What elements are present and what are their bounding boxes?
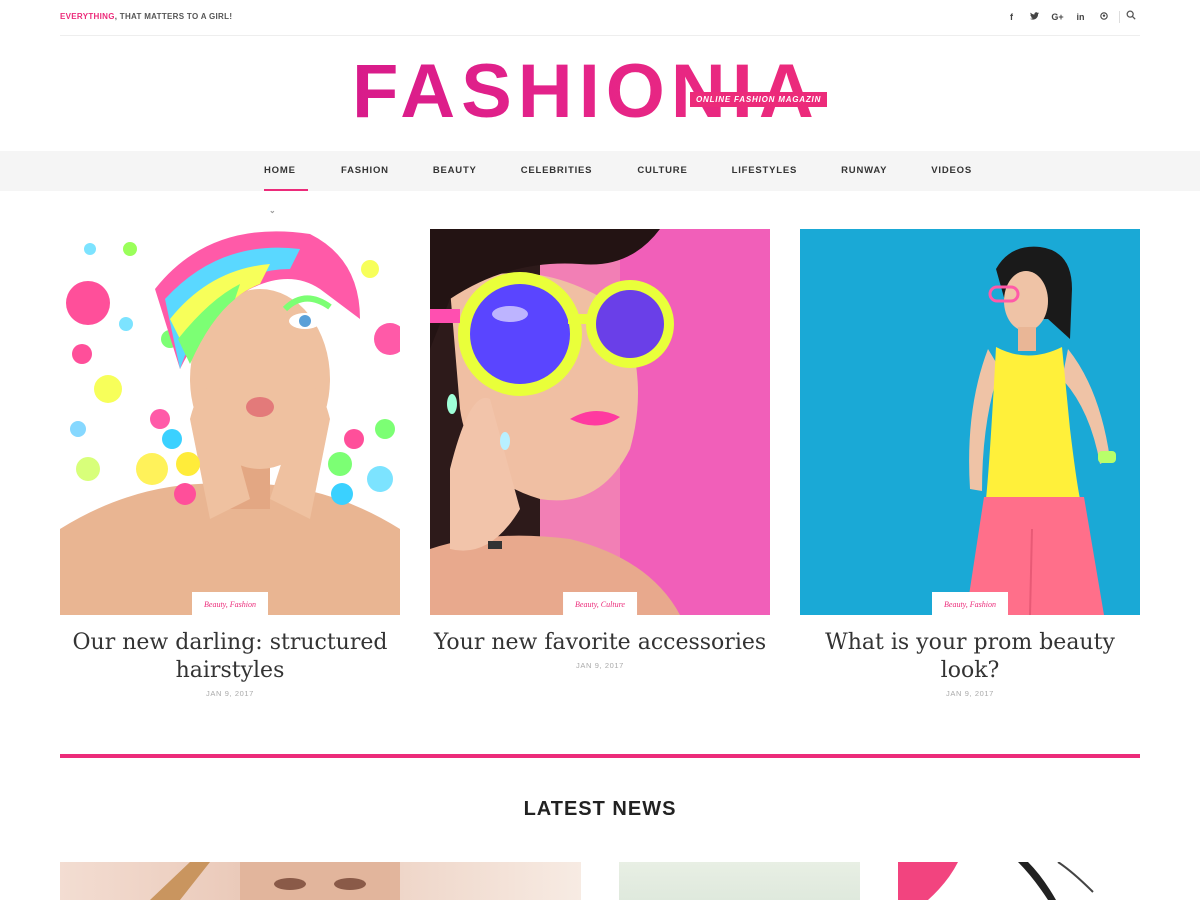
post-date: JAN 9, 2017 xyxy=(206,689,254,698)
post-title[interactable]: What is your prom beauty look? xyxy=(800,629,1140,685)
nav-item-label: Videos xyxy=(931,165,972,176)
tagline-text: , that matters to a girl! xyxy=(114,12,233,21)
nav-item-home[interactable]: Home ⌄ xyxy=(264,151,308,215)
nav-item-fashion[interactable]: Fashion xyxy=(341,151,389,191)
twitter-icon[interactable] xyxy=(1023,12,1046,22)
featured-post-card: Beauty, Fashion What is your prom beauty… xyxy=(800,229,1140,698)
pinterest-icon[interactable] xyxy=(1092,12,1115,22)
main-navigation: Home ⌄ Fashion Beauty Celebrities Culture… xyxy=(0,151,1200,215)
post-date: JAN 9, 2017 xyxy=(576,661,624,670)
post-date: JAN 9, 2017 xyxy=(946,689,994,698)
site-tagline: Everything, that matters to a girl! xyxy=(60,12,232,21)
social-links: f G+ in xyxy=(1000,10,1140,24)
latest-news-thumbnail[interactable] xyxy=(898,862,1140,900)
chevron-down-icon: ⌄ xyxy=(269,206,277,215)
nav-item-label: Celebrities xyxy=(520,165,593,176)
nav-item-videos[interactable]: Videos xyxy=(931,151,972,191)
latest-news-thumbnail[interactable] xyxy=(619,862,860,900)
header-logo-area: FASHIONIA Online Fashion Magazin xyxy=(0,52,1200,132)
featured-post-card: Beauty, Culture Your new favorite access… xyxy=(430,229,770,670)
category-badge[interactable]: Beauty, Culture xyxy=(563,592,637,615)
latest-news-heading: LATEST NEWS xyxy=(523,798,677,820)
nav-item-celebrities[interactable]: Celebrities xyxy=(521,151,593,191)
featured-post-image[interactable]: Beauty, Fashion xyxy=(800,229,1140,615)
post-title[interactable]: Our new darling: structured hairstyles xyxy=(60,629,400,685)
post-title[interactable]: Your new favorite accessories xyxy=(430,629,770,657)
logo-tagline-badge: Online Fashion Magazin xyxy=(690,92,828,107)
nav-item-label: Home xyxy=(264,165,296,176)
google-plus-icon[interactable]: G+ xyxy=(1046,12,1069,22)
nav-item-label: Lifestyles xyxy=(731,165,798,176)
category-badge[interactable]: Beauty, Fashion xyxy=(932,592,1008,615)
tagline-accent: Everything xyxy=(60,12,115,21)
nav-item-label: Culture xyxy=(637,165,688,176)
nav-item-culture[interactable]: Culture xyxy=(637,151,687,191)
featured-post-card: Beauty, Fashion Our new darling: structu… xyxy=(60,229,400,698)
search-icon[interactable] xyxy=(1126,10,1140,24)
site-logo[interactable]: FASHIONIA Online Fashion Magazin xyxy=(352,52,852,132)
linkedin-icon[interactable]: in xyxy=(1069,12,1092,22)
latest-news-thumbnail[interactable] xyxy=(60,862,581,900)
featured-post-image[interactable]: Beauty, Culture xyxy=(430,229,770,615)
facebook-icon[interactable]: f xyxy=(1000,12,1023,22)
category-badge[interactable]: Beauty, Fashion xyxy=(192,592,268,615)
nav-item-runway[interactable]: Runway xyxy=(841,151,887,191)
nav-item-beauty[interactable]: Beauty xyxy=(433,151,477,191)
social-divider xyxy=(1119,11,1120,23)
featured-post-image[interactable]: Beauty, Fashion xyxy=(60,229,400,615)
section-divider xyxy=(60,754,1140,758)
nav-item-label: Beauty xyxy=(432,165,477,176)
nav-item-lifestyles[interactable]: Lifestyles xyxy=(732,151,798,191)
nav-item-label: Runway xyxy=(841,165,888,176)
top-bar: Everything, that matters to a girl! f G+… xyxy=(60,0,1140,36)
nav-item-label: Fashion xyxy=(341,165,389,176)
